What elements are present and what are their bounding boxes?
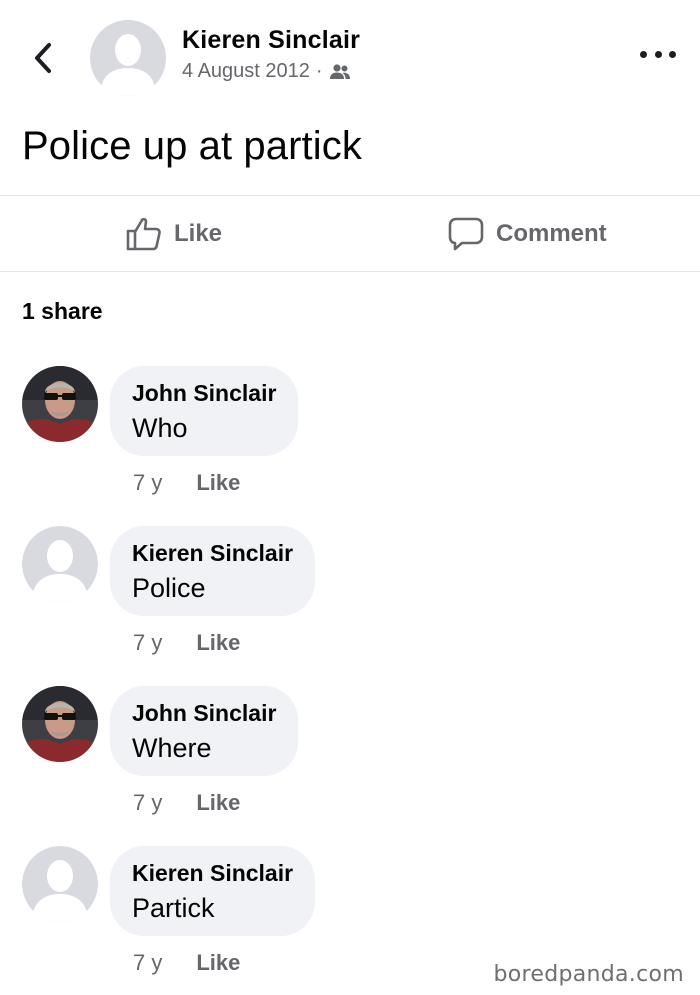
comment-like-button[interactable]: Like (196, 950, 240, 976)
commenter-avatar[interactable] (22, 366, 98, 442)
more-options-button[interactable] (640, 44, 676, 64)
thumbs-up-icon (126, 217, 161, 251)
comment-bubble: John Sinclair Who (110, 366, 299, 456)
commenter-name[interactable]: John Sinclair (132, 700, 276, 727)
post-header: Kieren Sinclair 4 August 2012 · (0, 0, 700, 110)
comment-item: Kieren Sinclair Police 7 y Like (0, 526, 700, 666)
comment-item: John Sinclair Where 7 y Like (0, 686, 700, 826)
comment-bubble: John Sinclair Where (110, 686, 299, 776)
comment-meta: 7 y Like (133, 630, 240, 656)
divider (0, 271, 700, 272)
more-dot-icon (669, 50, 676, 58)
comment-text: Partick (132, 893, 215, 923)
share-count[interactable]: 1 share (22, 298, 103, 325)
more-dot-icon (640, 50, 647, 58)
back-button[interactable] (28, 38, 58, 78)
comment-age: 7 y (133, 950, 163, 975)
like-button[interactable]: Like (126, 216, 222, 252)
photo-avatar-icon (22, 366, 98, 442)
comment-icon (448, 217, 484, 251)
comment-text: Who (132, 413, 188, 443)
like-label: Like (174, 220, 223, 247)
post-date[interactable]: 4 August 2012 (182, 60, 310, 83)
author-name[interactable]: Kieren Sinclair (182, 26, 360, 55)
post-text: Police up at partick (22, 124, 362, 168)
chevron-left-icon (35, 43, 51, 73)
comment-like-button[interactable]: Like (196, 790, 240, 816)
comment-bubble: Kieren Sinclair Police (110, 526, 316, 616)
comment-text: Where (132, 733, 212, 763)
commenter-avatar[interactable] (22, 526, 98, 602)
commenter-name[interactable]: Kieren Sinclair (132, 860, 293, 887)
comment-meta: 7 y Like (133, 790, 240, 816)
comment-age: 7 y (133, 470, 163, 495)
default-avatar-icon (22, 526, 98, 602)
comment-age: 7 y (133, 790, 163, 815)
comment-text: Police (132, 573, 206, 603)
comment-bubble: Kieren Sinclair Partick (110, 846, 316, 936)
comment-meta: 7 y Like (133, 950, 240, 976)
post-actions: Like Comment (0, 196, 700, 272)
author-avatar[interactable] (90, 20, 166, 96)
commenter-name[interactable]: John Sinclair (132, 380, 276, 407)
default-avatar-icon (22, 846, 98, 922)
post-meta: 4 August 2012 · (182, 60, 351, 83)
commenter-avatar[interactable] (22, 686, 98, 762)
comment-item: John Sinclair Who 7 y Like (0, 366, 700, 506)
commenter-avatar[interactable] (22, 846, 98, 922)
watermark: boredpanda.com (493, 962, 684, 987)
photo-avatar-icon (22, 686, 98, 762)
comment-label: Comment (496, 220, 607, 247)
comment-like-button[interactable]: Like (196, 630, 240, 656)
friends-icon (329, 64, 350, 79)
comment-age: 7 y (133, 630, 163, 655)
more-dot-icon (654, 50, 662, 58)
commenter-name[interactable]: Kieren Sinclair (132, 540, 293, 567)
meta-separator: · (315, 60, 323, 82)
comment-like-button[interactable]: Like (196, 470, 240, 496)
comment-button[interactable]: Comment (448, 216, 607, 252)
comment-meta: 7 y Like (133, 470, 240, 496)
default-avatar-icon (90, 20, 166, 96)
